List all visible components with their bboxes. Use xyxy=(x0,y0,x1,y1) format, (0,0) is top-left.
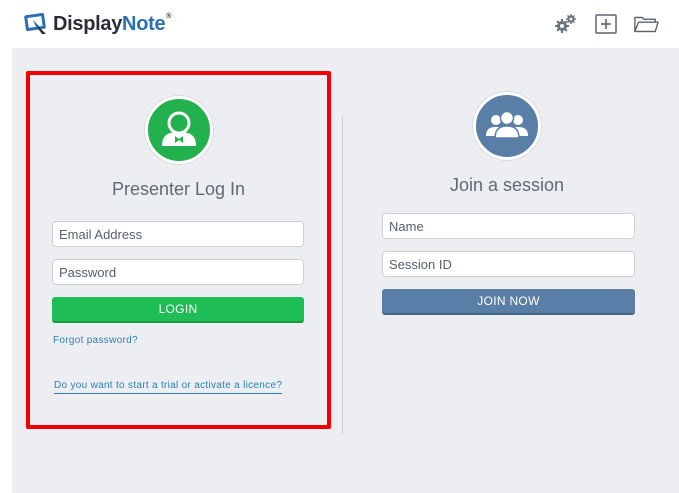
forgot-password-link[interactable]: Forgot password? xyxy=(53,335,138,346)
join-now-button[interactable]: JOIN NOW xyxy=(382,289,635,315)
logo-text-display: Display xyxy=(53,12,123,35)
add-box-icon xyxy=(595,14,617,34)
panel-divider xyxy=(342,116,343,434)
settings-button[interactable] xyxy=(553,12,579,36)
displaynote-logo: DisplayNote® xyxy=(22,11,171,37)
folder-icon xyxy=(634,16,659,33)
group-icon xyxy=(486,110,528,139)
session-id-field[interactable] xyxy=(382,251,635,277)
logo-text-note: Note xyxy=(122,12,166,35)
displaynote-logo-icon xyxy=(22,12,50,36)
email-field[interactable] xyxy=(52,221,304,247)
trial-licence-link[interactable]: Do you want to start a trial or activate… xyxy=(54,380,283,394)
new-session-button[interactable] xyxy=(593,12,619,36)
name-field[interactable] xyxy=(382,213,635,239)
logo-trademark: ® xyxy=(166,12,172,20)
presenter-login-panel: Presenter Log In LOGIN Forgot password? … xyxy=(26,71,331,429)
presenter-avatar xyxy=(144,96,213,164)
presenter-icon xyxy=(161,111,196,146)
gears-icon xyxy=(555,14,576,33)
open-folder-button[interactable] xyxy=(633,12,659,36)
presenter-title: Presenter Log In xyxy=(111,179,246,199)
session-title: Join a session xyxy=(449,175,565,195)
session-avatar xyxy=(473,92,541,160)
join-session-panel: Join a session JOIN NOW xyxy=(362,71,652,421)
login-button[interactable]: LOGIN xyxy=(52,297,304,323)
header-toolbar xyxy=(553,12,659,36)
app-header: DisplayNote® xyxy=(0,0,679,48)
main-content: Presenter Log In LOGIN Forgot password? … xyxy=(12,48,679,493)
logo-text: DisplayNote® xyxy=(53,13,171,36)
password-field[interactable] xyxy=(52,259,304,285)
